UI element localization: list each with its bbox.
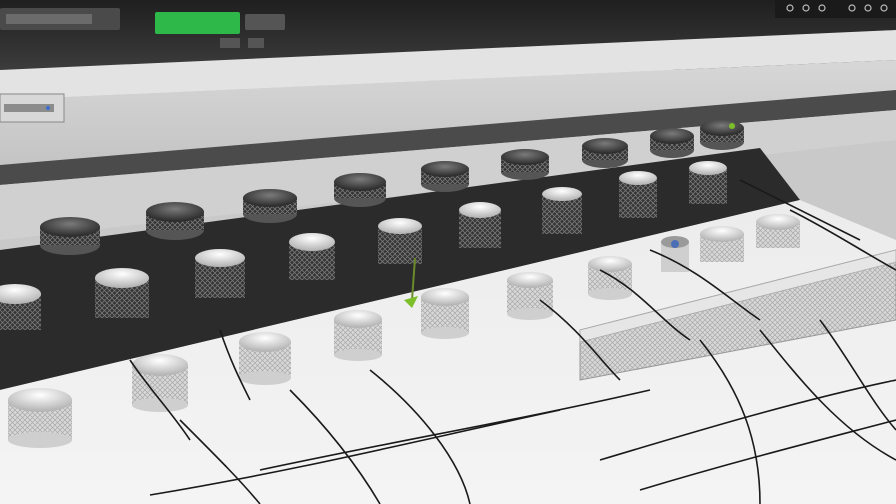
scene [0, 0, 896, 504]
green-display [155, 12, 240, 34]
top-small-box [220, 38, 240, 48]
top-display-secondary [245, 14, 285, 30]
scene-canvas [0, 0, 896, 504]
top-left-label-plate [6, 14, 92, 24]
status-indicator-icon [46, 106, 50, 110]
top-small-box-2 [248, 38, 264, 48]
